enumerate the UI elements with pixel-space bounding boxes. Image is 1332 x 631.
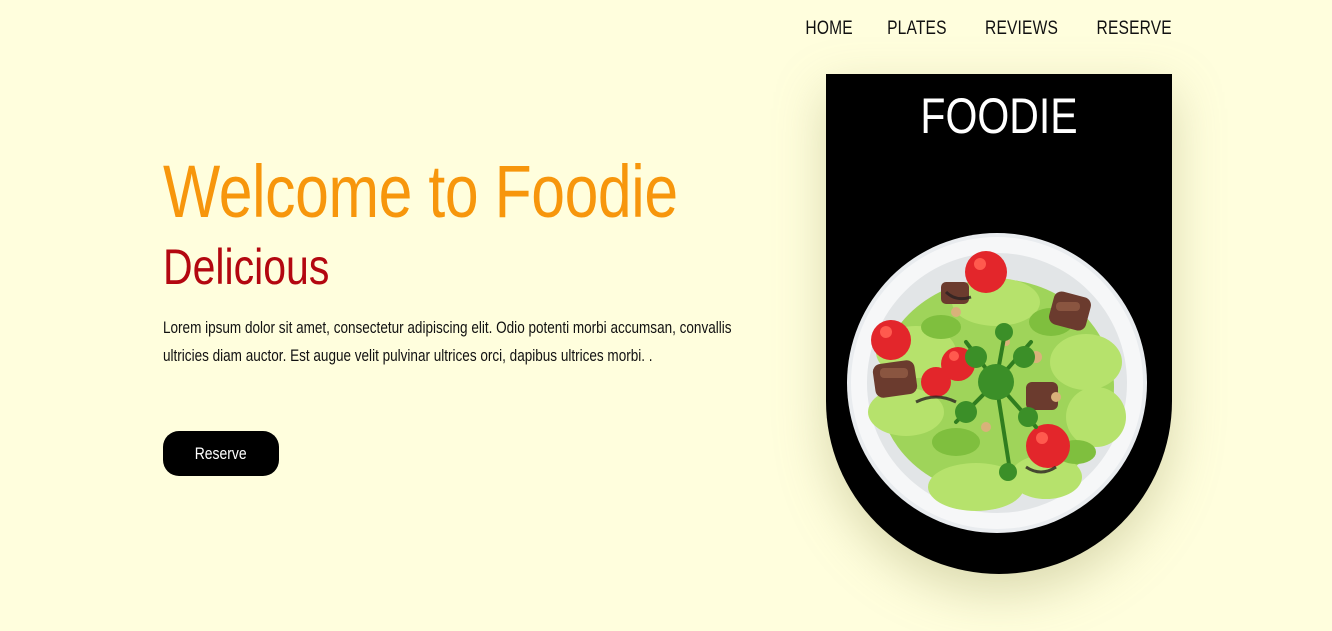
- top-navigation: HOME PLATES REVIEWS RESERVE: [773, 17, 1172, 41]
- reserve-button[interactable]: Reserve: [163, 431, 279, 476]
- nav-home-link[interactable]: HOME: [805, 17, 852, 41]
- hero-description: Lorem ipsum dolor sit amet, consectetur …: [163, 319, 732, 365]
- foodie-card: FOODIE: [826, 74, 1172, 574]
- nav-reserve-link[interactable]: RESERVE: [1097, 17, 1172, 41]
- reserve-button-label: Reserve: [195, 443, 247, 463]
- nav-reviews-link[interactable]: REVIEWS: [985, 17, 1058, 41]
- hero-subtitle: Delicious: [163, 239, 330, 295]
- nav-plates-link[interactable]: PLATES: [888, 17, 948, 41]
- hero-title: Welcome to Foodie: [163, 150, 678, 233]
- salad-plate-image: [847, 233, 1147, 533]
- card-title: FOODIE: [920, 88, 1078, 144]
- hero-section: Welcome to Foodie Delicious Lorem ipsum …: [163, 148, 743, 370]
